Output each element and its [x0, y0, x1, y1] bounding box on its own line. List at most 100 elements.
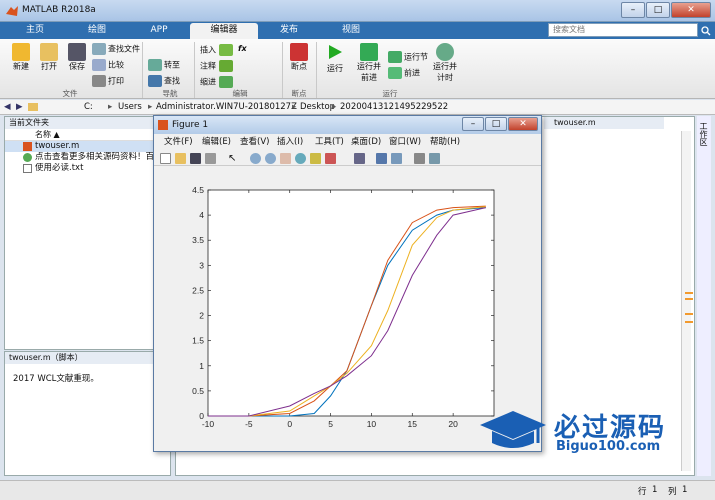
colorbar-icon[interactable] [376, 153, 387, 164]
advance-button[interactable]: 前进 [388, 67, 420, 79]
run-advance-button[interactable]: 运行并 前进 [354, 43, 384, 83]
y-tick-label: 1 [199, 361, 204, 371]
indent-button[interactable]: 缩进 [200, 76, 235, 88]
tab-plots[interactable]: 绘图 [66, 23, 128, 39]
column-header-name[interactable]: 名称 ▲ [5, 129, 170, 141]
menu-view[interactable]: 查看(V) [240, 135, 269, 150]
find-files-button[interactable]: 查找文件 [92, 43, 140, 55]
watermark-logo: 必过源码 Biguo100.com [478, 405, 698, 465]
y-tick-label: 3 [199, 260, 204, 270]
y-tick-label: 4.5 [192, 185, 204, 195]
run-button[interactable]: 运行 [322, 43, 348, 74]
warning-marker[interactable] [685, 298, 693, 300]
compare-button[interactable]: 比较 [92, 59, 124, 71]
x-tick-label: 15 [408, 419, 418, 429]
insert-button[interactable]: 插入 [200, 44, 235, 56]
group-run-label: 运行 [382, 89, 398, 98]
window-title: MATLAB R2018a [22, 5, 96, 15]
minimize-button[interactable]: – [621, 2, 645, 18]
find-button[interactable]: 查找 [148, 75, 180, 87]
divider [194, 42, 195, 98]
path-segment[interactable]: 20200413121495229522 [340, 100, 448, 114]
path-segment[interactable]: C: [84, 100, 93, 114]
run-section-button[interactable]: 运行节 [388, 51, 428, 63]
menu-insert[interactable]: 插入(I) [277, 135, 303, 150]
rotate-icon[interactable] [295, 153, 306, 164]
menu-file[interactable]: 文件(F) [164, 135, 193, 150]
figure-close-button[interactable]: ✕ [508, 117, 538, 131]
save-icon [68, 43, 86, 61]
goto-button[interactable]: 转至 [148, 59, 180, 71]
open-button[interactable]: 打开 [36, 43, 62, 72]
path-segment[interactable]: Users [118, 100, 142, 114]
breakpoint-button[interactable]: 断点 [287, 43, 311, 72]
list-item[interactable]: 点击查看更多相关源码资料！百万 [5, 152, 170, 163]
y-tick-label: 0 [199, 411, 204, 421]
print-icon[interactable] [205, 153, 216, 164]
window-controls: – □ ✕ [621, 2, 711, 18]
link-plot-icon[interactable] [354, 153, 365, 164]
tab-view[interactable]: 视图 [320, 23, 382, 39]
legend-icon[interactable] [391, 153, 402, 164]
menu-tools[interactable]: 工具(T) [315, 135, 344, 150]
menu-desktop[interactable]: 桌面(D) [351, 135, 381, 150]
path-segment[interactable]: Administrator.WIN7U-20180127Z [156, 100, 297, 114]
pan-icon[interactable] [280, 153, 291, 164]
brush-icon[interactable] [325, 153, 336, 164]
advance-icon [388, 67, 402, 79]
maximize-button[interactable]: □ [646, 2, 670, 18]
group-file-label: 文件 [62, 89, 78, 98]
title-bar: MATLAB R2018a – □ ✕ [0, 0, 715, 22]
comment-button[interactable]: 注释 [200, 60, 235, 72]
fx-button[interactable]: fx [238, 44, 247, 53]
save-icon[interactable] [190, 153, 201, 164]
warning-marker[interactable] [685, 321, 693, 323]
figure-titlebar[interactable]: Figure 1 – □ ✕ [154, 116, 541, 134]
new-figure-icon[interactable] [160, 153, 171, 164]
insert-icon [218, 44, 233, 56]
zoom-out-icon[interactable] [265, 153, 276, 164]
new-button[interactable]: 新建 [8, 43, 34, 72]
figure-window-controls: – □ ✕ [462, 117, 538, 131]
status-bar: 行 1 列 1 [0, 480, 715, 500]
figure-minimize-button[interactable]: – [462, 117, 484, 131]
menu-help[interactable]: 帮助(H) [430, 135, 460, 150]
list-item[interactable]: 使用必读.txt [5, 163, 170, 174]
m-file-icon [23, 142, 32, 151]
tab-apps[interactable]: APP [128, 23, 190, 39]
hide-plot-tools-icon[interactable] [414, 153, 425, 164]
figure-maximize-button[interactable]: □ [485, 117, 507, 131]
tab-home[interactable]: 主页 [4, 23, 66, 39]
close-button[interactable]: ✕ [671, 2, 711, 18]
warning-marker[interactable] [685, 313, 693, 315]
tab-editor[interactable]: 编辑器 [190, 23, 258, 39]
search-icon[interactable] [701, 26, 711, 36]
open-icon[interactable] [175, 153, 186, 164]
warning-marker[interactable] [685, 292, 693, 294]
matlab-logo-icon [6, 6, 18, 16]
menu-edit[interactable]: 编辑(E) [202, 135, 231, 150]
show-plot-tools-icon[interactable] [429, 153, 440, 164]
pointer-icon[interactable]: ↖ [228, 153, 239, 164]
path-segment[interactable]: Desktop [300, 100, 335, 114]
search-input[interactable]: 搜索文档 [548, 23, 698, 37]
list-item[interactable]: twouser.m [5, 141, 170, 152]
back-icon[interactable]: ◀ [4, 100, 11, 114]
save-button[interactable]: 保存 [64, 43, 90, 72]
forward-icon[interactable]: ▶ [16, 100, 23, 114]
data-cursor-icon[interactable] [310, 153, 321, 164]
tab-publish[interactable]: 发布 [258, 23, 320, 39]
folder-icon [40, 43, 58, 61]
details-text: 2017 WCL文献重现。 [13, 374, 99, 384]
workspace-tab[interactable]: 工作区 [697, 116, 711, 476]
run-time-button[interactable]: 运行并 计时 [430, 43, 460, 83]
zoom-in-icon[interactable] [250, 153, 261, 164]
panel-title: 当前文件夹 [5, 117, 170, 129]
figure-window[interactable]: Figure 1 – □ ✕ 文件(F) 编辑(E) 查看(V) 插入(I) 工… [153, 115, 542, 452]
address-bar[interactable]: ◀ ▶ C: ▸ Users ▸ Administrator.WIN7U-201… [0, 100, 715, 115]
editor-tab[interactable]: twouser.m [544, 117, 664, 129]
menu-window[interactable]: 窗口(W) [389, 135, 421, 150]
print-button[interactable]: 打印 [92, 75, 124, 87]
plot-area[interactable]: -10 -5 0 5 10 15 2000.511.522.533.544.5 [154, 168, 541, 436]
divider [142, 42, 143, 98]
